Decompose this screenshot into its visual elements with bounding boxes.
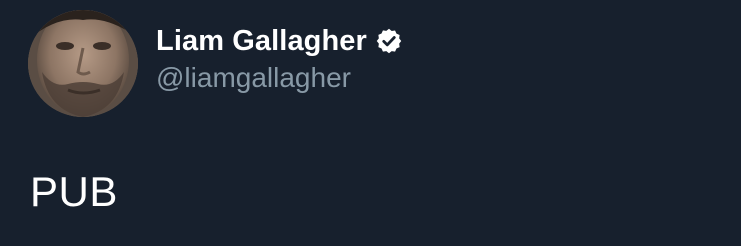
verified-badge-icon xyxy=(375,27,403,55)
display-name[interactable]: Liam Gallagher xyxy=(156,25,367,58)
tweet-text: PUB xyxy=(30,168,118,215)
tweet-header: Liam Gallagher @liamgallagher xyxy=(156,22,403,94)
tweet-card: Liam Gallagher @liamgallagher PUB xyxy=(0,0,741,246)
avatar[interactable] xyxy=(28,10,138,117)
user-handle[interactable]: @liamgallagher xyxy=(156,62,403,94)
name-row: Liam Gallagher xyxy=(156,22,403,60)
avatar-image xyxy=(28,10,138,117)
